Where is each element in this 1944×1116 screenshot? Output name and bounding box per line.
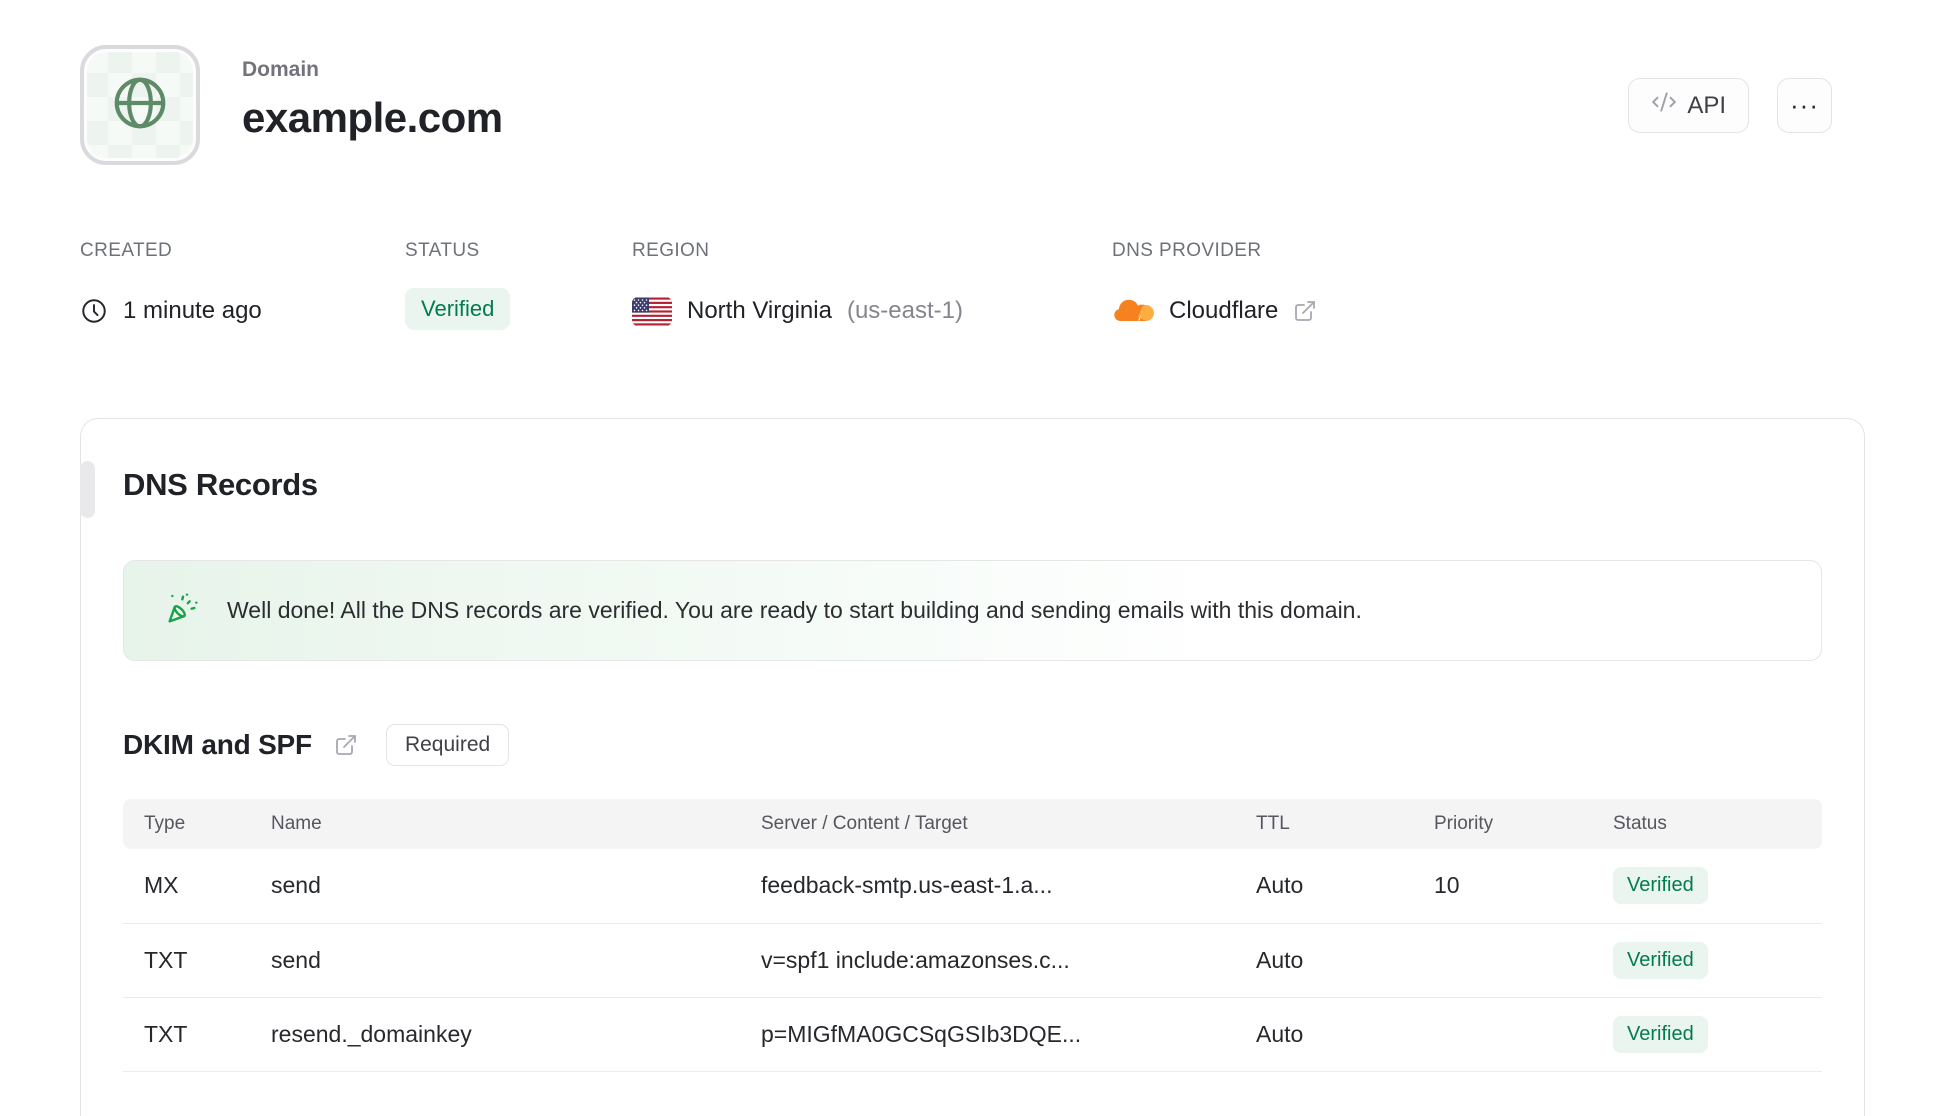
required-badge: Required	[385, 724, 510, 766]
card-notch	[80, 461, 95, 518]
dns-records-title: DNS Records	[123, 467, 318, 502]
created-label: CREATED	[80, 240, 173, 261]
code-icon	[1651, 89, 1677, 122]
cell-priority	[1434, 923, 1613, 998]
col-content: Server / Content / Target	[761, 799, 1256, 849]
dns-records-table: Type Name Server / Content / Target TTL …	[123, 799, 1822, 1072]
us-flag-icon	[632, 297, 672, 326]
cloudflare-icon	[1112, 298, 1154, 325]
region-code: (us-east-1)	[846, 297, 963, 324]
cell-ttl: Auto	[1256, 997, 1434, 1072]
dkim-spf-title: DKIM and SPF	[123, 729, 312, 760]
external-link-icon[interactable]	[1293, 299, 1317, 323]
table-row[interactable]: MX send feedback-smtp.us-east-1.a... Aut…	[123, 849, 1822, 924]
region-label: REGION	[632, 240, 710, 261]
created-value: 1 minute ago	[123, 297, 262, 324]
table-row[interactable]: TXT send v=spf1 include:amazonses.c... A…	[123, 923, 1822, 998]
region-value: North Virginia	[687, 297, 832, 324]
dns-provider-value: Cloudflare	[1169, 297, 1279, 324]
page-header: Domain example.com API ···	[80, 45, 1865, 165]
meta-dns-provider: DNS PROVIDER Cloudflare	[1112, 240, 1317, 334]
cell-name: send	[271, 849, 761, 924]
col-priority: Priority	[1434, 799, 1613, 849]
row-status-badge: Verified	[1613, 867, 1708, 905]
success-banner: Well done! All the DNS records are verif…	[123, 560, 1822, 661]
title-block: Domain example.com	[242, 45, 503, 142]
cell-priority	[1434, 997, 1613, 1072]
col-type: Type	[123, 799, 271, 849]
cell-content: p=MIGfMA0GCSqGSIb3DQE...	[761, 997, 1256, 1072]
col-name: Name	[271, 799, 761, 849]
dkim-external-link-icon[interactable]	[334, 733, 358, 757]
dkim-spf-section-header: DKIM and SPF Required	[123, 724, 1822, 766]
cell-type: MX	[123, 849, 271, 924]
cell-type: TXT	[123, 997, 271, 1072]
api-button-label: API	[1687, 91, 1726, 119]
cell-ttl: Auto	[1256, 849, 1434, 924]
page-title: example.com	[242, 94, 503, 141]
cell-type: TXT	[123, 923, 271, 998]
col-status: Status	[1613, 799, 1822, 849]
status-badge: Verified	[405, 288, 511, 330]
cell-priority: 10	[1434, 849, 1613, 924]
ellipsis-icon: ···	[1790, 90, 1819, 120]
meta-region: REGION North Virginia (us-east-1)	[632, 240, 1112, 334]
row-status-badge: Verified	[1613, 941, 1708, 979]
meta-created: CREATED 1 minute ago	[80, 240, 405, 334]
party-popper-icon	[167, 592, 199, 629]
domain-page: Domain example.com API ··· CREATED 1 min…	[0, 45, 1944, 1116]
banner-message: Well done! All the DNS records are verif…	[227, 597, 1362, 623]
meta-status: STATUS Verified	[405, 240, 632, 334]
header-actions: API ···	[1628, 78, 1832, 133]
page-eyebrow: Domain	[242, 58, 320, 81]
cell-name: resend._domainkey	[271, 997, 761, 1072]
cell-content: feedback-smtp.us-east-1.a...	[761, 849, 1256, 924]
row-status-badge: Verified	[1613, 1015, 1708, 1053]
globe-icon	[109, 72, 171, 139]
dns-provider-label: DNS PROVIDER	[1112, 240, 1262, 261]
domain-avatar	[80, 45, 200, 165]
api-button[interactable]: API	[1628, 78, 1749, 133]
status-label: STATUS	[405, 240, 480, 261]
clock-icon	[80, 297, 108, 325]
table-header: Type Name Server / Content / Target TTL …	[123, 799, 1822, 849]
cell-ttl: Auto	[1256, 923, 1434, 998]
table-row[interactable]: TXT resend._domainkey p=MIGfMA0GCSqGSIb3…	[123, 997, 1822, 1072]
cell-name: send	[271, 923, 761, 998]
dns-records-card: DNS Records Well done! All the DNS recor…	[80, 418, 1865, 1116]
more-options-button[interactable]: ···	[1777, 78, 1832, 133]
col-ttl: TTL	[1256, 799, 1434, 849]
domain-meta: CREATED 1 minute ago STATUS Verified REG…	[80, 240, 1865, 334]
cell-content: v=spf1 include:amazonses.c...	[761, 923, 1256, 998]
